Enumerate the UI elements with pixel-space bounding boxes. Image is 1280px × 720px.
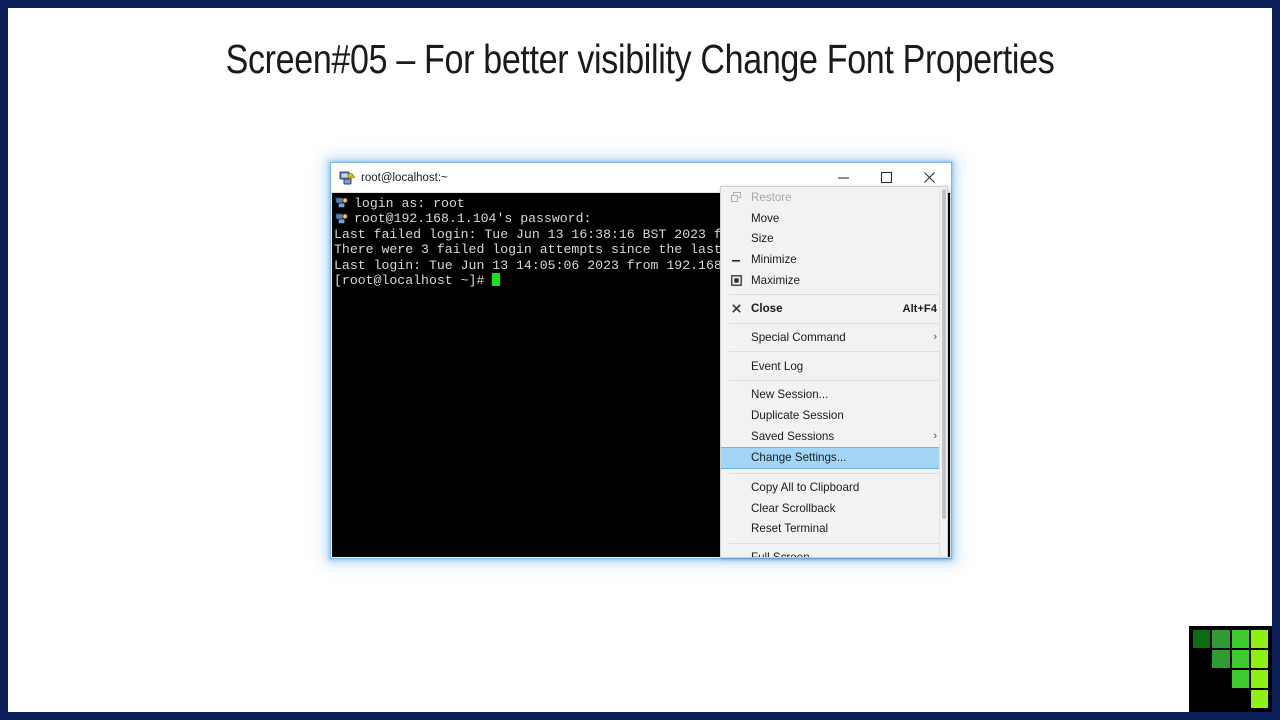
logo-cell [1193,630,1211,648]
minimize-icon [729,254,743,264]
logo-cell [1212,670,1229,688]
logo-cell [1250,670,1268,688]
menu-item-close[interactable]: Close Alt+F4 [721,298,947,319]
maximize-icon [729,274,743,286]
putty-window: root@localhost:~ login as: root root@192… [331,163,951,558]
menu-item-maximize[interactable]: Maximize [721,270,947,291]
menu-item-minimize[interactable]: Minimize [721,249,947,270]
menu-item-move[interactable]: Move [721,208,947,229]
window-title-text: root@localhost:~ [361,171,448,184]
menu-item-label: Copy All to Clipboard [751,481,860,495]
terminal-prompt: [root@localhost ~]# [334,273,485,289]
logo-cell [1231,650,1249,668]
menu-item-label: Move [751,211,780,225]
menu-item-accelerator: Alt+F4 [902,302,937,315]
menu-scrollbar-thumb[interactable] [941,189,946,519]
logo-cell [1212,690,1229,708]
logo-cell [1193,670,1210,688]
chevron-right-icon: › [933,331,937,344]
menu-item-label: Saved Sessions [751,429,835,443]
menu-item-label: Close [751,302,783,316]
logo-cell [1212,630,1230,648]
menu-item-label: Special Command [751,330,846,344]
terminal-cursor [492,273,501,287]
logo-cell [1250,650,1268,668]
menu-item-label: Change Settings... [751,451,847,465]
logo-cell [1212,650,1230,668]
menu-item-clear-scrollback[interactable]: Clear Scrollback [721,498,947,519]
menu-item-duplicate-session[interactable]: Duplicate Session [721,405,947,426]
menu-separator [729,380,943,381]
menu-item-label: Clear Scrollback [751,501,836,515]
menu-item-restore[interactable]: Restore [721,187,947,208]
logo-cell [1231,670,1249,688]
putty-key-icon [335,212,349,226]
menu-item-size[interactable]: Size [721,228,947,249]
logo-cell [1250,690,1268,708]
menu-separator [729,542,943,544]
menu-item-label: Duplicate Session [751,409,844,423]
menu-item-event-log[interactable]: Event Log [721,356,947,377]
putty-key-icon [335,196,349,210]
menu-item-label: Maximize [751,273,800,287]
menu-separator [729,472,943,474]
menu-item-full-screen[interactable]: Full Screen [721,547,947,558]
menu-item-copy-all-to-clipboard[interactable]: Copy All to Clipboard [721,477,947,498]
menu-item-label: Event Log [751,359,804,373]
menu-separator [729,351,943,353]
menu-item-label: Restore [751,190,792,204]
logo-cell [1193,690,1210,708]
menu-item-label: Minimize [751,252,797,266]
menu-item-special-command[interactable]: Special Command › [721,327,947,348]
logo-cell [1231,630,1249,648]
menu-item-label: New Session... [751,388,829,402]
menu-item-new-session[interactable]: New Session... [721,385,947,406]
logo-cell [1193,650,1210,668]
close-icon [729,304,743,314]
chevron-right-icon: › [933,430,937,443]
menu-item-change-settings[interactable]: Change Settings... [721,446,947,470]
menu-separator [729,293,943,295]
menu-scrollbar[interactable] [939,187,947,557]
putty-icon [339,170,355,186]
logo-cell [1232,690,1249,708]
page-title: Screen#05 – For better visibility Change… [225,36,1055,82]
menu-item-saved-sessions[interactable]: Saved Sessions › [721,426,947,447]
logo-cell [1250,630,1268,648]
menu-item-label: Reset Terminal [751,522,829,536]
logo [1189,626,1272,712]
system-context-menu[interactable]: Restore Move Size Minimize Maximize Clos… [720,186,948,558]
menu-item-label: Size [751,232,774,246]
menu-item-label: Full Screen [751,551,810,558]
menu-item-reset-terminal[interactable]: Reset Terminal [721,519,947,540]
restore-icon [729,192,743,203]
menu-separator [729,322,943,324]
